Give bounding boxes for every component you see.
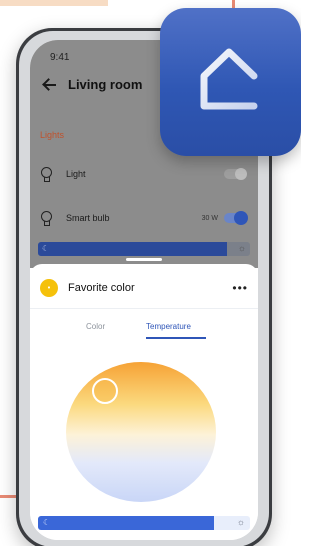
device-row-light[interactable]: Light — [40, 162, 247, 186]
room-header: Living room — [42, 77, 142, 92]
brightness-fill — [38, 242, 227, 256]
color-temperature-wheel[interactable] — [66, 362, 216, 502]
power-readout: 30 W — [201, 214, 218, 222]
moon-icon: ☾ — [42, 244, 50, 253]
light-toggle[interactable] — [224, 168, 247, 180]
house-icon — [200, 48, 258, 110]
lightbulb-icon — [40, 166, 52, 182]
lightbulb-icon — [40, 210, 52, 226]
mode-tabs: Color Temperature — [30, 322, 258, 339]
brightness-slider[interactable]: ☾ ☼ — [38, 242, 250, 256]
tab-temperature[interactable]: Temperature — [146, 322, 191, 331]
lights-section-label: Lights — [40, 130, 65, 140]
divider — [30, 308, 258, 309]
decorative-peach-band — [0, 0, 108, 6]
device-label: Light — [66, 169, 86, 179]
brightness-slider[interactable]: ☾ ☼ — [38, 516, 250, 530]
tab-color[interactable]: Color — [86, 322, 105, 331]
home-app-icon — [160, 8, 301, 156]
color-picker-handle[interactable] — [92, 378, 118, 404]
sheet-drag-handle[interactable] — [126, 258, 162, 261]
sheet-header: • Favorite color ••• — [40, 278, 248, 298]
device-row-smart-bulb[interactable]: Smart bulb 30 W — [40, 206, 248, 230]
device-label: Smart bulb — [66, 213, 110, 223]
page-title: Living room — [68, 77, 143, 92]
smart-bulb-toggle[interactable] — [224, 211, 248, 225]
sun-icon: ☼ — [237, 243, 246, 253]
more-options-icon[interactable]: ••• — [232, 281, 248, 295]
sun-icon: ☼ — [236, 517, 245, 527]
brightness-fill — [38, 516, 214, 530]
sheet-title: Favorite color — [68, 282, 135, 294]
back-arrow-icon[interactable] — [42, 78, 58, 92]
favorite-color-sheet: • Favorite color ••• Color Temperature ☾… — [30, 264, 258, 540]
screenshot-canvas: 9:41 Living room Lights Light Smart bulb… — [0, 0, 301, 546]
active-tab-underline — [146, 337, 206, 339]
moon-icon: ☾ — [43, 518, 51, 527]
lightbulb-icon: • — [40, 279, 58, 297]
status-time: 9:41 — [50, 52, 70, 63]
